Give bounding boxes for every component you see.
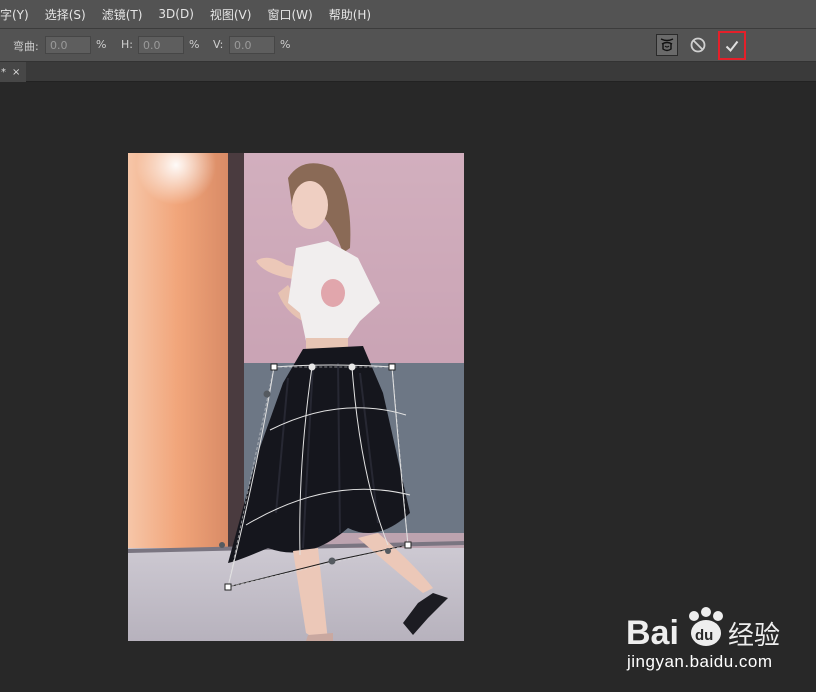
document-tab-label: *	[1, 66, 6, 78]
menu-view[interactable]: 视图(V)	[202, 6, 260, 23]
menu-type[interactable]: 字(Y)	[0, 6, 37, 23]
menu-3d[interactable]: 3D(D)	[150, 7, 201, 21]
menu-filter[interactable]: 滤镜(T)	[94, 6, 151, 23]
watermark-brand: Bai	[626, 614, 679, 652]
watermark-suffix: 经验	[728, 621, 780, 651]
menu-help[interactable]: 帮助(H)	[321, 6, 379, 23]
h-label: H:	[121, 38, 133, 51]
close-icon[interactable]: ×	[12, 67, 20, 78]
h-input[interactable]	[138, 36, 184, 54]
warp-mode-icon	[660, 38, 674, 52]
menu-select[interactable]: 选择(S)	[37, 6, 94, 23]
bend-label: 弯曲:	[13, 40, 39, 53]
h-percent: %	[189, 38, 200, 51]
bend-percent: %	[96, 38, 107, 51]
watermark-url: jingyan.baidu.com	[627, 652, 773, 671]
v-label: V:	[213, 38, 224, 51]
v-percent: %	[280, 38, 291, 51]
menu-window[interactable]: 窗口(W)	[259, 6, 320, 23]
watermark-brand-2: du	[695, 627, 713, 644]
document-tab-bar: * ×	[0, 62, 816, 82]
menu-bar: 字(Y) 选择(S) 滤镜(T) 3D(D) 视图(V) 窗口(W) 帮助(H)	[0, 0, 816, 28]
warp-grid-overlay[interactable]	[210, 355, 430, 595]
warp-mode-button[interactable]	[656, 34, 678, 56]
document-tab[interactable]: * ×	[0, 62, 26, 82]
commit-check-icon	[725, 40, 739, 52]
cancel-transform-icon	[690, 37, 706, 53]
options-bar: 弯曲: % H: % V: %	[0, 28, 816, 62]
bend-input[interactable]	[45, 36, 91, 54]
v-input[interactable]	[229, 36, 275, 54]
cancel-transform-button[interactable]	[687, 34, 709, 56]
commit-transform-button[interactable]	[718, 31, 746, 60]
